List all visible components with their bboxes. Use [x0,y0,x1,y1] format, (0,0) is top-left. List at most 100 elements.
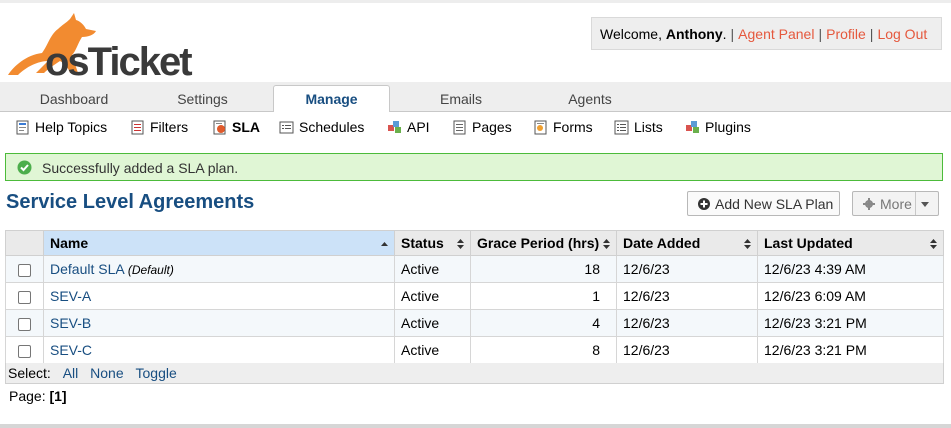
header-label: Last Updated [764,235,853,251]
footer-divider [0,424,951,428]
current-page: [1] [49,388,67,404]
logout-link[interactable]: Log Out [877,26,927,42]
subnav-label: Schedules [299,119,365,135]
grace-cell: 18 [470,255,617,283]
header-name[interactable]: Name [43,230,395,256]
header-status[interactable]: Status [394,230,471,256]
sla-table: Name Status Grace Period (hrs) Date Adde… [5,230,944,364]
table-row: Default SLA (Default) Active 18 12/6/23 … [5,255,944,283]
table-row: SEV-A Active 1 12/6/23 12/6/23 6:09 AM [5,282,944,310]
select-toggle-link[interactable]: Toggle [136,365,177,381]
date-added-cell: 12/6/23 [616,255,758,283]
user-name: Anthony [665,26,723,42]
check-circle-icon [17,160,32,175]
osticket-logo[interactable]: osTicket [4,11,209,84]
tab-settings[interactable]: Settings [130,88,275,112]
select-all-link[interactable]: All [63,365,79,381]
header-label: Status [401,235,444,251]
subnav-filters[interactable]: Filters [130,118,188,136]
schedules-icon [279,121,294,134]
profile-link[interactable]: Profile [826,26,866,42]
chevron-down-icon[interactable] [921,202,929,207]
more-button-main[interactable]: More [863,196,912,212]
table-header-row: Name Status Grace Period (hrs) Date Adde… [5,230,944,256]
tab-emails[interactable]: Emails [390,88,532,112]
subnav-label: Lists [634,119,663,135]
api-icon [388,121,401,133]
success-text: Successfully added a SLA plan. [42,160,239,176]
pager-label: Page: [9,388,46,404]
tab-agents[interactable]: Agents [522,88,658,112]
status-cell: Active [394,255,471,283]
header-label: Grace Period (hrs) [477,235,600,251]
subnav-plugins[interactable]: Plugins [685,118,751,136]
header-checkbox-cell [5,230,44,256]
pagination: Page: [1] [9,388,67,404]
subnav-label: SLA [232,119,260,135]
last-updated-cell: 12/6/23 3:21 PM [757,336,944,364]
subnav-label: Pages [472,119,512,135]
add-button-label: Add New SLA Plan [715,196,834,212]
row-select-cell [5,309,44,337]
table-row: SEV-C Active 8 12/6/23 12/6/23 3:21 PM [5,336,944,364]
row-checkbox[interactable] [18,317,31,331]
sort-icon [744,239,751,249]
header-date-added[interactable]: Date Added [616,230,758,256]
gear-icon [863,198,875,210]
status-cell: Active [394,309,471,337]
header: osTicket Welcome, Anthony. | Agent Panel | P… [0,0,951,84]
welcome-suffix: . [722,26,727,42]
subnav-label: Help Topics [35,119,108,135]
row-select-cell [5,255,44,283]
subnav-label: Forms [553,119,593,135]
welcome-text: Welcome, [600,26,666,42]
more-dropdown-button[interactable]: More [852,191,939,216]
table-row: SEV-B Active 4 12/6/23 12/6/23 3:21 PM [5,309,944,337]
subnav-lists[interactable]: Lists [614,118,663,136]
row-checkbox[interactable] [18,344,31,358]
subnav-help-topics[interactable]: Help Topics [15,118,107,136]
name-cell: Default SLA (Default) [43,255,395,283]
header-grace-period[interactable]: Grace Period (hrs) [470,230,617,256]
subnav-forms[interactable]: Forms [533,118,593,136]
header-last-updated[interactable]: Last Updated [757,230,944,256]
add-sla-plan-button[interactable]: Add New SLA Plan [687,191,840,216]
row-checkbox[interactable] [18,263,31,277]
success-message: Successfully added a SLA plan. [5,153,943,181]
date-added-cell: 12/6/23 [616,336,758,364]
last-updated-cell: 12/6/23 4:39 AM [757,255,944,283]
subnav-label: Plugins [705,119,751,135]
sort-icon [457,239,464,249]
page-title: Service Level Agreements [6,191,255,213]
more-button-label: More [880,196,912,212]
name-cell: SEV-B [43,309,395,337]
select-label: Select: [8,365,51,381]
subnav-label: Filters [150,119,189,135]
subnav-sla[interactable]: SLA [212,118,260,136]
svg-text:osTicket: osTicket [45,40,192,81]
sort-icon [603,239,610,249]
filters-icon [131,120,144,135]
row-select-cell [5,282,44,310]
status-cell: Active [394,336,471,364]
row-checkbox[interactable] [18,290,31,304]
date-added-cell: 12/6/23 [616,282,758,310]
tab-manage[interactable]: Manage [273,85,390,113]
user-bar: Welcome, Anthony. | Agent Panel | Profile | Lo… [591,17,942,50]
plus-circle-icon [698,198,710,210]
sub-nav: Help Topics Filters SLA Schedules API Pa… [0,112,951,142]
grace-cell: 8 [470,336,617,364]
sla-name-link[interactable]: SEV-A [50,288,91,304]
select-none-link[interactable]: None [90,365,123,381]
sla-name-link[interactable]: SEV-C [50,342,92,358]
sla-name-link[interactable]: SEV-B [50,315,91,331]
subnav-api[interactable]: API [387,118,430,136]
subnav-pages[interactable]: Pages [452,118,512,136]
tab-dashboard[interactable]: Dashboard [0,88,148,112]
default-tag: (Default) [127,263,174,277]
subnav-label: API [407,119,430,135]
subnav-schedules[interactable]: Schedules [279,118,364,136]
sla-name-link[interactable]: Default SLA [50,261,124,277]
agent-panel-link[interactable]: Agent Panel [738,26,814,42]
separator: | [869,26,874,42]
